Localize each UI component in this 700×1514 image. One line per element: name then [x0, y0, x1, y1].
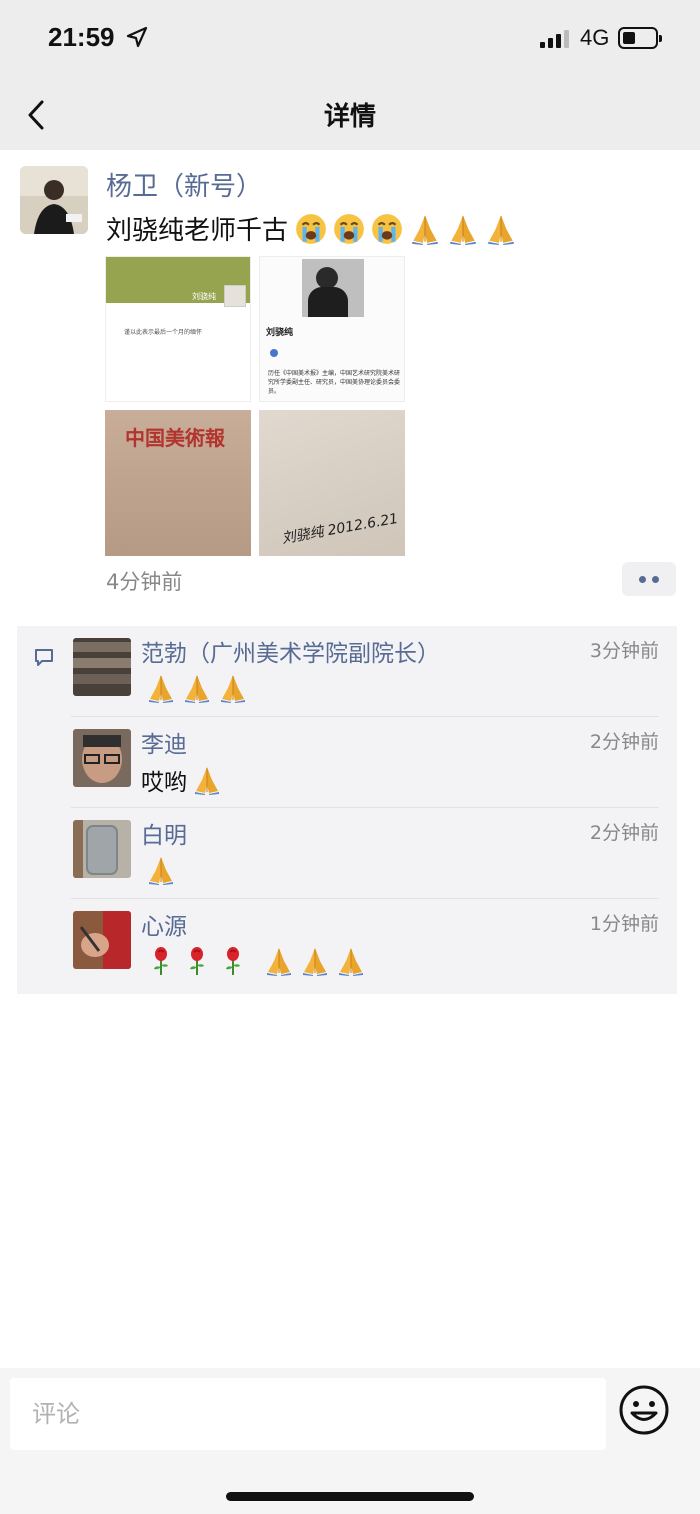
comment-emoji-row: [145, 672, 249, 704]
comment-row: 李迪 2分钟前 哎哟: [71, 717, 659, 808]
comments-panel: 范勃（广州美术学院副院长） 3分钟前 李迪 2分钟前 哎哟 白明 2分钟前 心源…: [17, 626, 677, 994]
battery-icon: [618, 27, 662, 49]
home-indicator: [226, 1492, 474, 1501]
crying-face-icon: [334, 213, 364, 244]
comment-time: 3分钟前: [589, 640, 659, 662]
image-1-caption: 刘骁纯: [192, 292, 216, 301]
post-timestamp: 4分钟前: [106, 570, 183, 594]
rose-icon: [190, 947, 204, 975]
folded-hands-icon: [339, 948, 363, 976]
folded-hands-icon: [221, 675, 245, 703]
commenter-name[interactable]: 范勃（广州美术学院副院长）: [141, 634, 440, 668]
comment-bubble-icon: [35, 649, 53, 666]
folded-hands-icon: [267, 948, 291, 976]
folded-hands-icon: [450, 214, 476, 245]
comment-time: 1分钟前: [589, 913, 659, 935]
comment-text: [141, 854, 177, 886]
folded-hands-icon: [149, 675, 173, 703]
image-1-subtitle: 谨以此表示最后一个月的缅怀: [124, 329, 203, 336]
image-grid: 刘骁纯 谨以此表示最后一个月的缅怀 刘骁纯 历任《中国美术报》主编，中国艺术研究…: [105, 256, 405, 556]
rose-icon: [154, 947, 168, 975]
post-image-4[interactable]: 刘骁纯 2012.6.21: [259, 410, 405, 556]
post-body: 刘骁纯老师千古: [106, 216, 289, 246]
post-text: 刘骁纯老师千古: [106, 210, 518, 247]
commenter-name[interactable]: 李迪: [141, 725, 187, 759]
status-bar: 21:59 4G: [0, 0, 700, 80]
crying-face-icon: [372, 213, 402, 244]
post-emoji-row: [294, 212, 518, 246]
comment-text: 哎哟: [141, 763, 223, 797]
location-arrow-icon: [126, 26, 148, 48]
comment-emoji-row: [145, 945, 367, 977]
comment-emoji-row: [145, 854, 177, 886]
image-3-caption: 中国美術報: [125, 426, 225, 450]
back-chevron-icon[interactable]: [22, 96, 52, 134]
folded-hands-icon: [195, 767, 219, 795]
emoji-picker-icon[interactable]: [618, 1384, 670, 1436]
comment-time: 2分钟前: [589, 822, 659, 844]
comment-time: 2分钟前: [589, 731, 659, 753]
commenter-avatar[interactable]: [73, 638, 131, 696]
image-2-caption: 刘骁纯: [266, 328, 294, 338]
rose-icon: [226, 947, 240, 975]
folded-hands-icon: [149, 857, 173, 885]
network-type: 4G: [580, 25, 610, 50]
post-image-1[interactable]: 刘骁纯 谨以此表示最后一个月的缅怀: [105, 256, 251, 402]
folded-hands-icon: [303, 948, 327, 976]
more-actions-button[interactable]: [622, 562, 676, 596]
nav-bar: 详情: [0, 80, 700, 150]
comment-row: 范勃（广州美术学院副院长） 3分钟前: [71, 626, 659, 717]
author-avatar[interactable]: [20, 166, 88, 234]
comment-input-bar: [0, 1368, 700, 1514]
comment-body: 哎哟: [141, 770, 187, 796]
commenter-name[interactable]: 心源: [141, 907, 187, 941]
image-2-body: 历任《中国美术报》主编，中国艺术研究院美术研究所学委副主任、研究员，中国美协理论…: [268, 370, 401, 395]
post-detail: 杨卫（新号） 刘骁纯老师千古 刘骁纯 谨以此表示最后一个月的缅怀 刘骁纯 历任《…: [0, 150, 700, 1368]
commenter-avatar[interactable]: [73, 729, 131, 787]
folded-hands-icon: [488, 214, 514, 245]
comment-row: 心源 1分钟前: [71, 899, 659, 990]
comment-text: [141, 672, 249, 704]
author-name[interactable]: 杨卫（新号）: [106, 166, 262, 203]
comment-text: [141, 945, 367, 977]
post-image-2[interactable]: 刘骁纯 历任《中国美术报》主编，中国艺术研究院美术研究所学委副主任、研究员，中国…: [259, 256, 405, 402]
folded-hands-icon: [185, 675, 209, 703]
page-title: 详情: [323, 102, 376, 132]
commenter-avatar[interactable]: [73, 911, 131, 969]
status-time: 21:59: [48, 22, 115, 52]
comment-row: 白明 2分钟前: [71, 808, 659, 899]
crying-face-icon: [296, 213, 326, 244]
signal-strength-icon: [540, 30, 569, 48]
comment-input[interactable]: [10, 1378, 606, 1450]
post-image-3[interactable]: 中国美術報: [105, 410, 251, 556]
commenter-name[interactable]: 白明: [141, 816, 187, 850]
folded-hands-icon: [412, 214, 438, 245]
commenter-avatar[interactable]: [73, 820, 131, 878]
comment-emoji-row: [191, 764, 223, 796]
